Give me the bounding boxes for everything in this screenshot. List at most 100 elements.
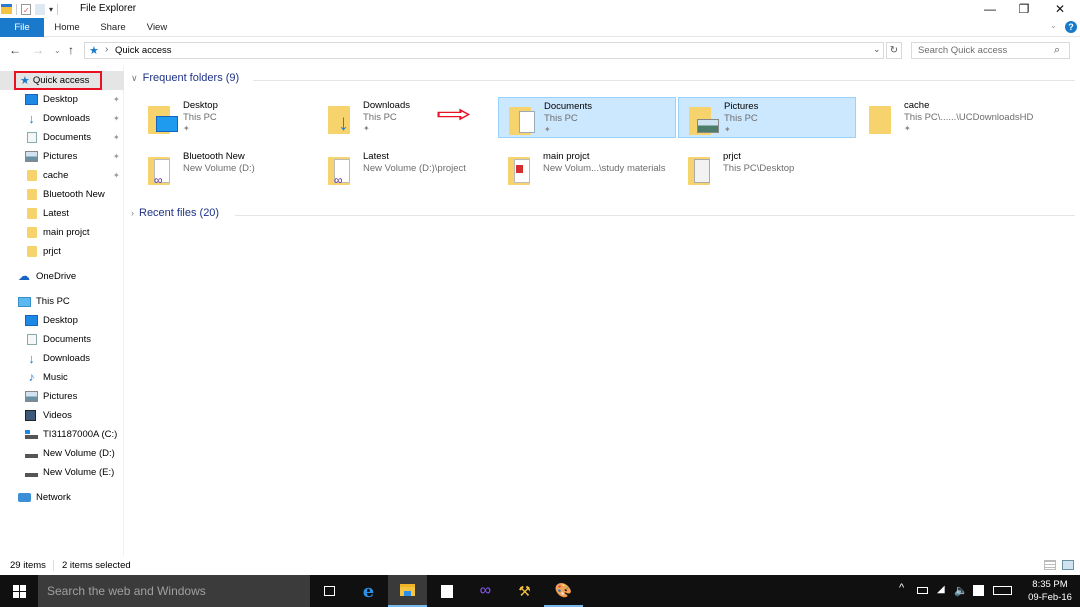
ribbon: File Home Share View ⌄ ? bbox=[0, 18, 1080, 37]
restore-button[interactable]: ❐ bbox=[1006, 0, 1042, 18]
sidebar-item-pictures[interactable]: Pictures bbox=[25, 147, 77, 166]
drive-icon bbox=[25, 468, 38, 477]
sidebar-item-drive-e[interactable]: New Volume (E:) bbox=[25, 463, 114, 482]
sidebar-item-pc-downloads[interactable]: ↓ Downloads bbox=[25, 349, 90, 368]
taskbar-search[interactable]: Search the web and Windows bbox=[38, 575, 310, 607]
pictures-icon bbox=[25, 391, 38, 402]
tab-view[interactable]: View bbox=[142, 18, 172, 37]
folder-icon bbox=[27, 208, 37, 219]
tile-name: Pictures bbox=[724, 101, 759, 112]
sidebar-item-main-projct[interactable]: main projct bbox=[25, 223, 89, 242]
pictures-folder-icon bbox=[689, 103, 719, 135]
forward-button[interactable]: → bbox=[32, 43, 44, 57]
folder-tile-prjct[interactable]: prjct This PC\Desktop bbox=[678, 148, 856, 189]
sidebar-item-pc-desktop[interactable]: Desktop bbox=[25, 311, 78, 330]
customize-toolbar-icon[interactable]: ▾ bbox=[49, 5, 53, 14]
new-folder-icon[interactable] bbox=[35, 3, 45, 15]
sidebar-item-label: Videos bbox=[43, 410, 72, 421]
back-button[interactable]: ← bbox=[9, 43, 21, 57]
frequent-folders-header[interactable]: ∨ Frequent folders (9) bbox=[131, 72, 239, 84]
tile-name: Bluetooth New bbox=[183, 151, 245, 162]
recent-files-header[interactable]: › Recent files (20) bbox=[131, 207, 219, 219]
tools-app-button[interactable]: ⚒ bbox=[505, 575, 544, 607]
properties-icon[interactable]: ✓ bbox=[21, 3, 31, 15]
address-dropdown-icon[interactable]: ⌄ bbox=[873, 44, 881, 55]
volume-icon[interactable]: 🔈 bbox=[954, 584, 968, 597]
desktop-icon bbox=[25, 315, 38, 326]
folder-tile-pictures[interactable]: Pictures This PC ✦ bbox=[678, 97, 856, 138]
address-bar[interactable]: ★ › Quick access ⌄ bbox=[84, 42, 884, 59]
tile-location: This PC bbox=[544, 113, 578, 124]
sidebar-item-prjct[interactable]: prjct bbox=[25, 242, 61, 261]
sidebar-item-bluetooth-new[interactable]: Bluetooth New bbox=[25, 185, 105, 204]
pin-icon[interactable]: ✦ bbox=[113, 114, 120, 123]
pin-icon[interactable]: ✦ bbox=[113, 152, 120, 161]
paint-button[interactable]: 🎨 bbox=[544, 575, 583, 607]
sidebar-item-pc-music[interactable]: ♪ Music bbox=[25, 368, 68, 387]
task-view-icon bbox=[324, 586, 335, 596]
document-folder-icon bbox=[688, 153, 718, 185]
help-icon[interactable]: ? bbox=[1065, 21, 1077, 33]
show-hidden-icons-button[interactable]: ^ bbox=[899, 582, 904, 594]
minimize-button[interactable]: — bbox=[972, 0, 1008, 18]
sidebar-item-quick-access[interactable]: ★ Quick access bbox=[14, 71, 102, 90]
pin-icon[interactable]: ✦ bbox=[113, 133, 120, 142]
refresh-button[interactable]: ↻ bbox=[886, 42, 902, 59]
sidebar-item-label: Bluetooth New bbox=[43, 189, 105, 200]
navigation-bar: ← → ⌄ ↑ ★ › Quick access ⌄ ↻ ⌕ bbox=[0, 39, 1080, 61]
folder-tile-latest[interactable]: ∞ Latest New Volume (D:)\project bbox=[318, 148, 496, 189]
touch-keyboard-icon[interactable] bbox=[993, 586, 1012, 595]
sidebar-item-desktop[interactable]: Desktop bbox=[25, 90, 78, 109]
tab-file[interactable]: File bbox=[0, 18, 44, 37]
pin-icon[interactable]: ✦ bbox=[113, 95, 120, 104]
sidebar-item-drive-d[interactable]: New Volume (D:) bbox=[25, 444, 115, 463]
sidebar-item-pc-pictures[interactable]: Pictures bbox=[25, 387, 77, 406]
sidebar-item-latest[interactable]: Latest bbox=[25, 204, 69, 223]
recent-locations-button[interactable]: ⌄ bbox=[54, 44, 61, 58]
wifi-icon[interactable]: ◢ bbox=[937, 584, 945, 595]
sidebar-item-this-pc[interactable]: This PC bbox=[18, 292, 70, 311]
sidebar-item-drive-c[interactable]: TI31187000A (C:) bbox=[25, 425, 117, 444]
sidebar-item-pc-videos[interactable]: Videos bbox=[25, 406, 72, 425]
taskbar-clock[interactable]: 8:35 PM 09-Feb-16 bbox=[1020, 578, 1080, 604]
search-icon[interactable]: ⌕ bbox=[1054, 44, 1060, 57]
expand-ribbon-icon[interactable]: ⌄ bbox=[1050, 21, 1057, 30]
sidebar-item-network[interactable]: Network bbox=[18, 488, 71, 507]
battery-icon[interactable] bbox=[917, 587, 928, 594]
tab-home[interactable]: Home bbox=[50, 18, 84, 37]
up-button[interactable]: ↑ bbox=[68, 43, 74, 57]
close-button[interactable]: ✕ bbox=[1042, 0, 1078, 18]
task-view-button[interactable] bbox=[310, 575, 349, 607]
sidebar-item-pc-documents[interactable]: Documents bbox=[25, 330, 91, 349]
sidebar-item-documents[interactable]: Documents bbox=[25, 128, 91, 147]
edge-button[interactable]: e bbox=[349, 575, 388, 607]
action-center-icon[interactable] bbox=[973, 585, 984, 596]
folder-tile-cache[interactable]: cache This PC\......\UCDownloadsHD ✦ bbox=[859, 97, 1037, 138]
tile-name: prjct bbox=[723, 151, 741, 162]
sidebar-item-cache[interactable]: cache bbox=[25, 166, 68, 185]
folder-tile-desktop[interactable]: Desktop This PC ✦ bbox=[138, 97, 316, 138]
folder-tile-documents[interactable]: Documents This PC ✦ bbox=[498, 97, 676, 138]
tab-share[interactable]: Share bbox=[96, 18, 130, 37]
breadcrumb-separator[interactable]: › bbox=[105, 44, 108, 55]
folder-tile-main-projct[interactable]: main projct New Volum...\study materials bbox=[498, 148, 676, 189]
pin-icon: ✦ bbox=[183, 124, 190, 133]
start-button[interactable] bbox=[0, 575, 38, 607]
search-input[interactable] bbox=[912, 43, 1047, 58]
tile-location: New Volume (D:) bbox=[183, 163, 255, 174]
sidebar-item-label: New Volume (E:) bbox=[43, 467, 115, 478]
tile-location: This PC\Desktop bbox=[723, 163, 795, 174]
folder-icon bbox=[27, 246, 37, 257]
window-title: File Explorer bbox=[80, 3, 137, 14]
large-icons-view-button[interactable] bbox=[1062, 560, 1074, 570]
pin-icon[interactable]: ✦ bbox=[113, 171, 120, 180]
visual-studio-button[interactable]: ∞ bbox=[466, 575, 505, 607]
details-view-button[interactable] bbox=[1044, 560, 1056, 570]
breadcrumb-quick-access[interactable]: Quick access bbox=[115, 45, 172, 56]
sidebar-item-downloads[interactable]: ↓ Downloads bbox=[25, 109, 90, 128]
sidebar-item-onedrive[interactable]: ☁ OneDrive bbox=[18, 267, 76, 286]
file-explorer-button[interactable] bbox=[388, 575, 427, 607]
search-box[interactable]: ⌕ bbox=[911, 42, 1070, 59]
folder-tile-bluetooth-new[interactable]: ∞ Bluetooth New New Volume (D:) bbox=[138, 148, 316, 189]
store-button[interactable] bbox=[427, 575, 466, 607]
